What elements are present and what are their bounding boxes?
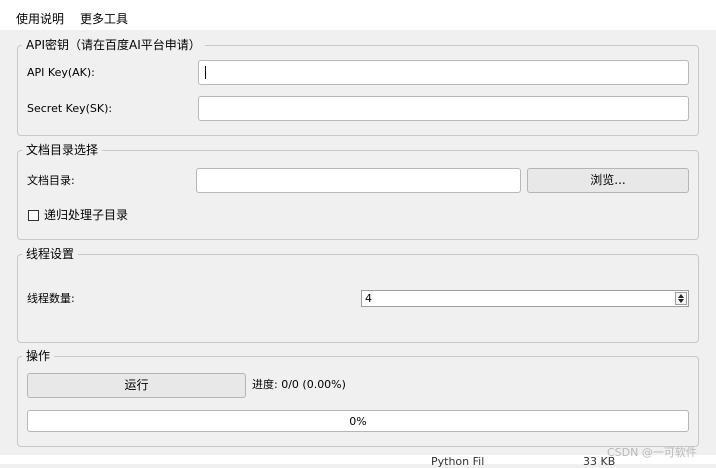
spin-down-icon[interactable] <box>678 299 684 303</box>
operation-group: 操作 运行 进度: 0/0 (0.00%) 0% <box>17 348 699 447</box>
run-button[interactable]: 运行 <box>27 373 246 398</box>
recursive-checkbox[interactable] <box>28 210 39 221</box>
operation-group-title: 操作 <box>22 348 55 364</box>
doc-dir-group-title: 文档目录选择 <box>22 142 103 158</box>
doc-dir-label: 文档目录: <box>27 174 75 187</box>
thread-group: 线程设置 线程数量: 4 <box>17 246 699 343</box>
api-key-group-title: API密钥（请在百度AI平台申请） <box>22 37 205 53</box>
api-key-group: API密钥（请在百度AI平台申请） API Key(AK): Secret Ke… <box>17 37 699 136</box>
doc-dir-input[interactable] <box>196 168 521 193</box>
menu-more-tools[interactable]: 更多工具 <box>80 10 128 27</box>
spin-up-icon[interactable] <box>678 294 684 298</box>
thread-count-spinbox[interactable]: 4 <box>361 290 689 307</box>
browse-button[interactable]: 浏览... <box>527 168 689 193</box>
api-key-input[interactable] <box>198 60 689 85</box>
secret-key-input[interactable] <box>198 96 689 121</box>
spin-arrows[interactable] <box>675 292 687 305</box>
thread-count-label: 线程数量: <box>27 292 75 305</box>
menu-bar: 使用说明 更多工具 <box>0 0 716 30</box>
recursive-label: 递归处理子目录 <box>44 208 129 222</box>
thread-count-value: 4 <box>365 292 372 305</box>
api-key-label: API Key(AK): <box>27 66 95 79</box>
progress-bar-text: 0% <box>349 415 367 428</box>
progress-bar: 0% <box>27 410 689 432</box>
secret-key-label: Secret Key(SK): <box>27 102 113 115</box>
background-file-type: Python Fil <box>431 455 485 468</box>
watermark: CSDN @一可软件 <box>607 446 697 459</box>
doc-dir-group: 文档目录选择 文档目录: 浏览... 递归处理子目录 <box>17 142 699 240</box>
thread-group-title: 线程设置 <box>22 246 79 262</box>
menu-usage[interactable]: 使用说明 <box>16 10 64 27</box>
progress-status: 进度: 0/0 (0.00%) <box>252 378 346 391</box>
text-caret <box>205 66 206 79</box>
